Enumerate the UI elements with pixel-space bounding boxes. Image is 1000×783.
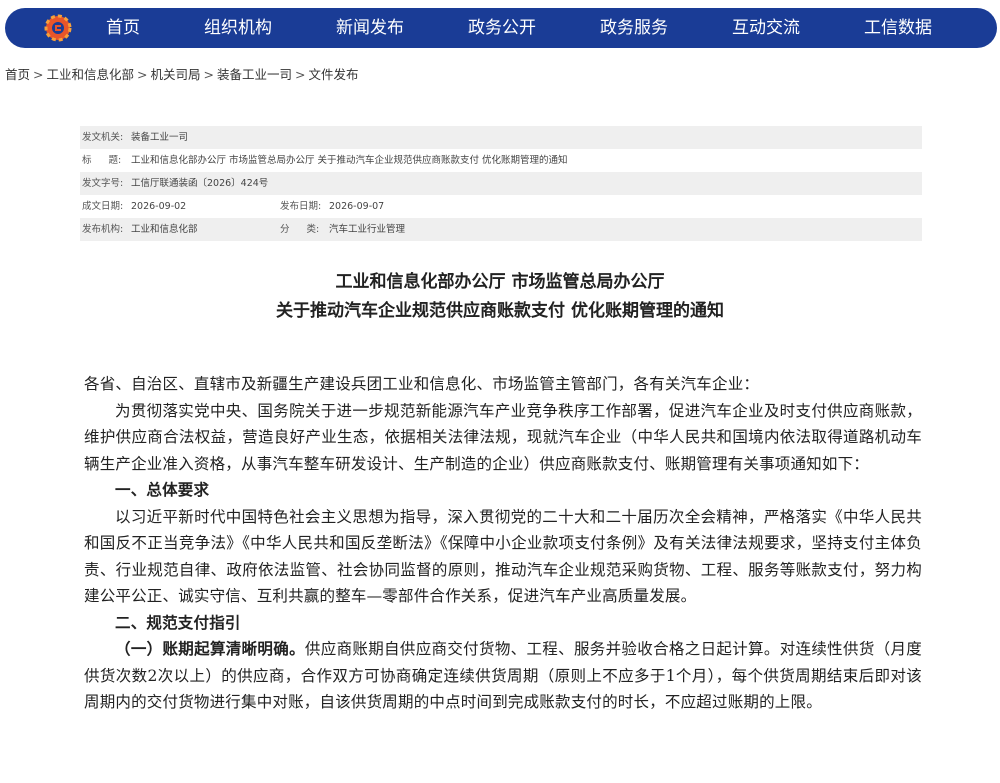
meta-org-value: 工业和信息化部 xyxy=(131,224,198,235)
meta-row-title: 标 题: 工业和信息化部办公厅 市场监管总局办公厅 关于推动汽车企业规范供应商账… xyxy=(80,149,922,172)
meta-row-dates: 成文日期: 2026-09-02 发布日期: 2026-09-07 xyxy=(80,195,922,218)
document-title-line2: 关于推动汽车企业规范供应商账款支付 优化账期管理的通知 xyxy=(276,301,724,321)
nav-item-news[interactable]: 新闻发布 xyxy=(336,8,404,48)
document-body: 各省、自治区、直辖市及新疆生产建设兵团工业和信息化、市场监管主管部门，各有关汽车… xyxy=(84,371,922,716)
nav-menu: 首页 组织机构 新闻发布 政务公开 政务服务 互动交流 工信数据 xyxy=(5,8,997,48)
meta-title-label: 标 题: xyxy=(82,155,122,166)
section-2-paragraph: （一）账期起算清晰明确。供应商账期自供应商交付货物、工程、服务并验收合格之日起计… xyxy=(84,636,922,716)
meta-issuer-value: 装备工业一司 xyxy=(131,132,189,143)
salutation: 各省、自治区、直辖市及新疆生产建设兵团工业和信息化、市场监管主管部门，各有关汽车… xyxy=(84,375,760,393)
breadcrumb-separator: > xyxy=(137,67,148,82)
breadcrumb-ministry[interactable]: 工业和信息化部 xyxy=(47,67,135,82)
meta-created-label: 成文日期: xyxy=(82,201,124,212)
nav-item-data[interactable]: 工信数据 xyxy=(864,8,932,48)
nav-item-home[interactable]: 首页 xyxy=(106,8,140,48)
meta-created-value: 2026-09-02 xyxy=(131,201,187,212)
meta-row-issuer: 发文机关: 装备工业一司 xyxy=(80,126,922,149)
meta-published-label: 发布日期: xyxy=(280,201,322,212)
nav-item-interaction[interactable]: 互动交流 xyxy=(732,8,800,48)
meta-row-docno: 发文字号: 工信厅联通装函〔2026〕424号 xyxy=(80,172,922,195)
meta-docno-value: 工信厅联通装函〔2026〕424号 xyxy=(131,178,269,189)
breadcrumb-home[interactable]: 首页 xyxy=(5,67,30,82)
breadcrumb-equipment-dept[interactable]: 装备工业一司 xyxy=(217,67,292,82)
nav-item-government-services[interactable]: 政务服务 xyxy=(600,8,668,48)
breadcrumb-documents[interactable]: 文件发布 xyxy=(309,67,359,82)
meta-published-value: 2026-09-07 xyxy=(329,201,385,212)
meta-category-value: 汽车工业行业管理 xyxy=(329,224,406,235)
meta-category-label: 分 类: xyxy=(280,224,320,235)
breadcrumb: 首页 > 工业和信息化部 > 机关司局 > 装备工业一司 > 文件发布 xyxy=(5,64,359,83)
meta-title-value: 工业和信息化部办公厅 市场监管总局办公厅 关于推动汽车企业规范供应商账款支付 优… xyxy=(131,155,568,166)
breadcrumb-departments[interactable]: 机关司局 xyxy=(151,67,201,82)
section-2-lead: （一）账期起算清晰明确。 xyxy=(115,639,305,658)
nav-item-government-affairs[interactable]: 政务公开 xyxy=(468,8,536,48)
top-navbar: 首页 组织机构 新闻发布 政务公开 政务服务 互动交流 工信数据 xyxy=(5,8,997,48)
breadcrumb-separator: > xyxy=(203,67,214,82)
document-title-line1: 工业和信息化部办公厅 市场监管总局办公厅 xyxy=(335,272,665,292)
document-metadata-table: 发文机关: 装备工业一司 标 题: 工业和信息化部办公厅 市场监管总局办公厅 关… xyxy=(80,126,922,241)
section-heading-1: 一、总体要求 xyxy=(115,480,210,499)
meta-issuer-label: 发文机关: xyxy=(82,132,124,143)
breadcrumb-separator: > xyxy=(33,67,44,82)
meta-org-label: 发布机构: xyxy=(82,224,124,235)
nav-item-organization[interactable]: 组织机构 xyxy=(204,8,272,48)
intro-paragraph: 为贯彻落实党中央、国务院关于进一步规范新能源汽车产业竞争秩序工作部署，促进汽车企… xyxy=(84,401,922,473)
meta-row-org: 发布机构: 工业和信息化部 分 类: 汽车工业行业管理 xyxy=(80,218,922,241)
meta-docno-label: 发文字号: xyxy=(82,178,124,189)
breadcrumb-separator: > xyxy=(295,67,306,82)
section-1-paragraph: 以习近平新时代中国特色社会主义思想为指导，深入贯彻党的二十大和二十届历次全会精神… xyxy=(84,507,922,606)
section-heading-2: 二、规范支付指引 xyxy=(115,612,241,632)
